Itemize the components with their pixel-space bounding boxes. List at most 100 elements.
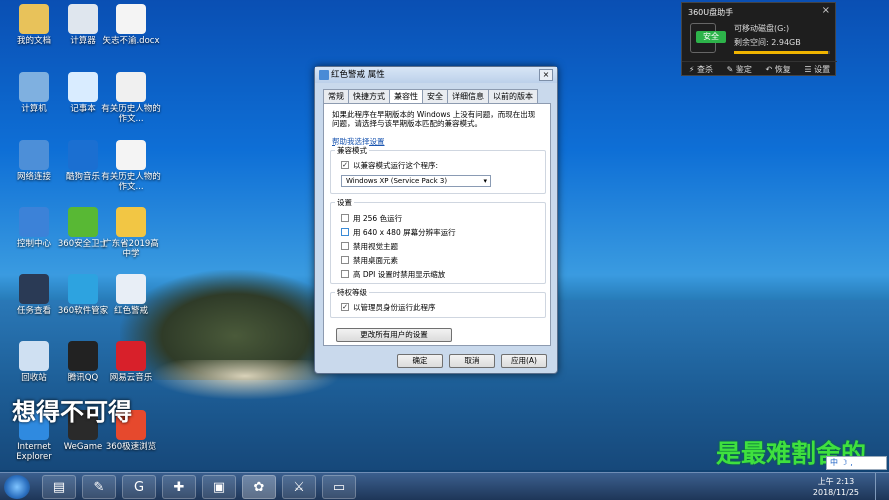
computer-icon <box>19 72 49 102</box>
change-all-users-button[interactable]: 更改所有用户的设置 <box>336 328 452 342</box>
restore-action[interactable]: ↶ 恢复 <box>766 64 791 75</box>
taskbar-computer-icon[interactable]: ▣ <box>202 475 236 499</box>
show-desktop-button[interactable] <box>875 473 889 500</box>
red-alert-icon <box>116 274 146 304</box>
taskbar-360-icon[interactable]: ✚ <box>162 475 196 499</box>
network-icon <box>19 140 49 170</box>
usage-bar-fill <box>734 51 829 54</box>
cancel-button[interactable]: 取消 <box>449 354 495 368</box>
desktop-icon-label: 网易云音乐 <box>109 373 153 383</box>
widget-close-button[interactable]: × <box>822 5 830 16</box>
setting-label: 禁用桌面元素 <box>353 255 398 265</box>
checkbox-icon <box>341 214 349 222</box>
tab-general[interactable]: 常规 <box>323 89 349 103</box>
usb-helper-widget: 360U盘助手 × 安全 可移动磁盘(G:) 剩余空间: 2.94GB ⚡ 查杀… <box>681 2 837 76</box>
apply-button[interactable]: 应用(A) <box>501 354 547 368</box>
properties-dialog: 红色警戒 属性 × 常规 快捷方式 兼容性 安全 详细信息 以前的版本 如果此程… <box>314 66 558 374</box>
tab-security[interactable]: 安全 <box>422 89 448 103</box>
identify-action-label: 鉴定 <box>735 65 752 74</box>
taskbar-explorer-icon[interactable]: ▤ <box>42 475 76 499</box>
scan-action[interactable]: ⚡ 查杀 <box>689 64 713 75</box>
360-security-icon <box>68 207 98 237</box>
clock-date: 2018/11/25 <box>812 488 859 497</box>
compat-mode-label: 以兼容模式运行这个程序: <box>353 160 439 170</box>
desktop-icon-label: 红色警戒 <box>113 306 148 316</box>
clock-time: 上午 2:13 <box>817 477 855 486</box>
dialog-titlebar[interactable]: 红色警戒 属性 <box>315 67 557 83</box>
tab-compatibility[interactable]: 兼容性 <box>389 89 423 104</box>
widget-title: 360U盘助手 <box>688 8 734 17</box>
start-button[interactable] <box>4 475 30 499</box>
kugou-icon <box>68 140 98 170</box>
desktop-beach <box>150 360 340 400</box>
usage-bar <box>734 51 830 54</box>
desktop-icon-netease-music[interactable]: 网易云音乐 <box>100 341 162 383</box>
chevron-down-icon: ▾ <box>483 177 487 185</box>
checkbox-icon <box>341 242 349 250</box>
setting-label: 禁用视觉主题 <box>353 241 398 251</box>
ok-button[interactable]: 确定 <box>397 354 443 368</box>
taskbar-notepad-icon[interactable]: ✎ <box>82 475 116 499</box>
free-space-label: 剩余空间: 2.94GB <box>734 38 801 47</box>
overlay-text-left: 想得不可得 <box>12 398 132 426</box>
document-icon <box>116 140 146 170</box>
compat-mode-title: 兼容模式 <box>335 145 369 156</box>
compat-mode-select[interactable]: Windows XP (Service Pack 3) ▾ <box>341 175 491 187</box>
setting-label: 用 256 色运行 <box>353 213 403 223</box>
checkbox-icon <box>341 256 349 264</box>
identify-action[interactable]: ✎ 鉴定 <box>727 64 752 75</box>
setting-label: 高 DPI 设置时禁用显示缩放 <box>353 269 446 279</box>
drive-label: 可移动磁盘(G:) <box>734 24 790 33</box>
tab-shortcut[interactable]: 快捷方式 <box>348 89 390 103</box>
restore-action-label: 恢复 <box>774 65 791 74</box>
run-as-admin-label: 以管理员身份运行此程序 <box>353 302 436 312</box>
desktop-icon-document[interactable]: 有关历史人物的作文... <box>100 140 162 192</box>
desktop-icon-label: 矢志不渝.docx <box>102 36 160 46</box>
setting-disable-themes[interactable]: 禁用视觉主题 <box>341 241 398 251</box>
clock[interactable]: 上午 2:13 2018/11/25 <box>813 476 859 498</box>
desktop-icon-pdf[interactable]: 有关历史人物的作文... <box>100 72 162 124</box>
settings-action-label: 设置 <box>814 65 831 74</box>
calculator-icon <box>68 4 98 34</box>
desktop-icon-document[interactable]: 矢志不渝.docx <box>100 4 162 46</box>
folder-icon <box>19 4 49 34</box>
recycle-bin-icon <box>19 341 49 371</box>
dialog-tabs: 常规 快捷方式 兼容性 安全 详细信息 以前的版本 <box>323 89 538 104</box>
notepad-icon <box>68 72 98 102</box>
360-software-icon <box>68 274 98 304</box>
compat-mode-checkbox[interactable]: ✓ 以兼容模式运行这个程序: <box>341 160 438 170</box>
desktop-icon-label: 有关历史人物的作文... <box>101 172 161 192</box>
taskbar-folder-icon[interactable]: ▭ <box>322 475 356 499</box>
privilege-group: 特权等级 ✓ 以管理员身份运行此程序 <box>330 287 546 318</box>
privilege-title: 特权等级 <box>335 287 369 298</box>
taskbar-image-icon[interactable]: ✿ <box>242 475 276 499</box>
setting-disable-desktop[interactable]: 禁用桌面元素 <box>341 255 398 265</box>
tab-previous-versions[interactable]: 以前的版本 <box>488 89 538 103</box>
safe-badge: 安全 <box>696 31 726 43</box>
setting-256-colors[interactable]: 用 256 色运行 <box>341 213 402 223</box>
system-tray: 上午 2:13 2018/11/25 <box>699 473 889 500</box>
setting-disable-dpi[interactable]: 高 DPI 设置时禁用显示缩放 <box>341 269 445 279</box>
desktop-icon-label: 有关历史人物的作文... <box>101 104 161 124</box>
setting-640x480[interactable]: 用 640 x 480 屏幕分辨率运行 <box>341 227 456 237</box>
settings-title: 设置 <box>335 197 354 208</box>
qq-icon <box>68 341 98 371</box>
taskbar-wegame-icon[interactable]: G <box>122 475 156 499</box>
settings-action[interactable]: ☰ 设置 <box>804 64 830 75</box>
control-center-icon <box>19 207 49 237</box>
settings-group: 设置 用 256 色运行 用 640 x 480 屏幕分辨率运行 禁用视觉主题 … <box>330 197 546 284</box>
compatibility-panel: 如果此程序在早期版本的 Windows 上没有问题，而现在出现问题，请选择与该早… <box>323 103 551 346</box>
desktop-icon-label: 360极速浏览 <box>105 442 157 452</box>
ime-indicator[interactable]: 中 ☽ , <box>826 456 887 470</box>
desktop-icon-red-alert[interactable]: 红色警戒 <box>100 274 162 316</box>
tab-details[interactable]: 详细信息 <box>447 89 489 103</box>
taskbar-redalert-icon[interactable]: ⚔ <box>282 475 316 499</box>
desktop-icon-image[interactable]: 广东省2019高中学 <box>100 207 162 259</box>
dialog-close-button[interactable]: × <box>539 69 553 81</box>
pdf-icon <box>116 72 146 102</box>
scan-action-label: 查杀 <box>696 65 713 74</box>
run-as-admin-checkbox[interactable]: ✓ 以管理员身份运行此程序 <box>341 302 436 312</box>
checkbox-checked-icon: ✓ <box>341 161 349 169</box>
checkbox-icon <box>341 270 349 278</box>
task-view-icon <box>19 274 49 304</box>
